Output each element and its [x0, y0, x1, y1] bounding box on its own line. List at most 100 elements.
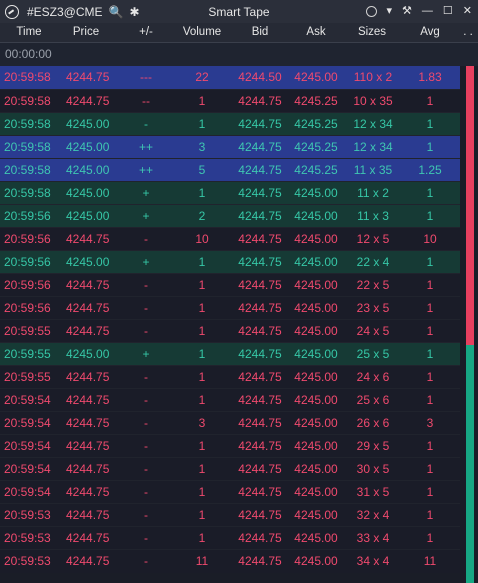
table-row[interactable]: 20:59:53 4244.75 - 1 4244.75 4245.00 33 x 4 1: [0, 526, 460, 550]
row-avg: 3: [426, 416, 434, 430]
table-row[interactable]: 20:59:55 4244.75 - 1 4244.75 4245.00 24 x 5 1: [0, 319, 460, 343]
header-volume[interactable]: Volume: [172, 23, 232, 42]
row-ask: 4245.00: [294, 232, 338, 246]
row-price: 4244.75: [66, 439, 110, 453]
table-row[interactable]: 20:59:54 4244.75 - 1 4244.75 4245.00 25 x 6 1: [0, 388, 460, 412]
row-sizes: 34 x 4: [356, 554, 390, 568]
header-avg[interactable]: Avg: [402, 23, 458, 42]
table-row[interactable]: 20:59:54 4244.75 - 3 4244.75 4245.00 26 x 6 3: [0, 411, 460, 435]
row-time: 20:59:55: [4, 370, 51, 384]
row-price: 4244.75: [66, 232, 110, 246]
row-change: -: [144, 370, 148, 384]
table-row[interactable]: 20:59:53 4244.75 - 1 4244.75 4245.00 32 x 4 1: [0, 503, 460, 527]
row-avg: 1: [426, 94, 434, 108]
time-stamp: 00:00:00: [5, 47, 52, 61]
row-avg: 1: [426, 531, 434, 545]
row-change: -: [144, 508, 148, 522]
title-bar: #ESZ3@CME 🔍 ✱ Smart Tape ▾ ⚒ — ☐ ✕: [0, 0, 478, 23]
row-change: ++: [138, 140, 153, 154]
row-price: 4245.00: [66, 140, 110, 154]
row-change: -: [144, 117, 148, 131]
row-volume: 1: [198, 531, 206, 545]
row-price: 4244.75: [66, 370, 110, 384]
app-logo-icon[interactable]: [5, 4, 19, 19]
row-price: 4245.00: [66, 347, 110, 361]
table-row[interactable]: 20:59:58 4245.00 ++ 5 4244.75 4245.25 11 x 35 1…: [0, 158, 460, 182]
row-sizes: 12 x 34: [353, 140, 393, 154]
header-more[interactable]: . .: [458, 23, 478, 42]
row-sizes: 33 x 4: [356, 531, 390, 545]
row-volume: 1: [198, 439, 206, 453]
table-row[interactable]: 20:59:56 4245.00 +1 4244.75 4245.00 22 x 4 1: [0, 250, 460, 274]
row-bid: 4244.75: [238, 324, 282, 338]
row-change: -: [144, 278, 148, 292]
table-row[interactable]: 20:59:56 4245.00 +2 4244.75 4245.00 11 x 3 1: [0, 204, 460, 228]
table-row[interactable]: 20:59:58 4244.75 -- 1 4244.75 4245.25 10 x 35 1: [0, 89, 460, 113]
table-row[interactable]: 20:59:55 4244.75 - 1 4244.75 4245.00 24 x 6 1: [0, 365, 460, 389]
table-row[interactable]: 20:59:54 4244.75 - 1 4244.75 4245.00 30 x 5 1: [0, 457, 460, 481]
row-volume: 1: [198, 462, 206, 476]
row-change: --: [142, 94, 150, 108]
maximize-icon[interactable]: ☐: [443, 6, 453, 17]
header-ask[interactable]: Ask: [288, 23, 344, 42]
table-row[interactable]: 20:59:58 4244.75 --- 22 4244.50 4245.00 110 x …: [0, 66, 460, 89]
chevron-down-icon[interactable]: ▾: [387, 6, 393, 17]
table-row[interactable]: 20:59:53 4244.75 - 11 4244.75 4245.00 34 x 4 11: [0, 549, 460, 573]
pin-icon[interactable]: ⚒: [402, 6, 412, 17]
imbalance-bar: [466, 66, 474, 583]
row-ask: 4245.00: [294, 186, 338, 200]
close-icon[interactable]: ✕: [463, 6, 472, 17]
header-price[interactable]: Price: [60, 23, 112, 42]
row-time: 20:59:53: [4, 554, 51, 568]
row-volume: 2: [198, 209, 206, 223]
header-change[interactable]: +/-: [120, 23, 172, 42]
row-sizes: 10 x 35: [353, 94, 393, 108]
row-avg: 1: [426, 209, 434, 223]
row-avg: 1: [426, 278, 434, 292]
row-sizes: 25 x 5: [356, 347, 390, 361]
row-bid: 4244.75: [238, 255, 282, 269]
row-bid: 4244.75: [238, 163, 282, 177]
row-ask: 4245.25: [294, 163, 338, 177]
header-sizes[interactable]: Sizes: [344, 23, 400, 42]
row-sizes: 26 x 6: [356, 416, 390, 430]
row-time: 20:59:56: [4, 278, 51, 292]
table-row[interactable]: 20:59:54 4244.75 - 1 4244.75 4245.00 31 x 5 1: [0, 480, 460, 504]
row-ask: 4245.25: [294, 140, 338, 154]
row-ask: 4245.00: [294, 485, 338, 499]
row-avg: 11: [423, 554, 437, 568]
table-row[interactable]: 20:59:56 4244.75 - 1 4244.75 4245.00 23 x 5 1: [0, 296, 460, 320]
table-row[interactable]: 20:59:58 4245.00 ++ 3 4244.75 4245.25 12 x 34 1: [0, 135, 460, 159]
row-price: 4245.00: [66, 186, 110, 200]
header-bid[interactable]: Bid: [232, 23, 288, 42]
row-volume: 3: [198, 140, 206, 154]
row-sizes: 22 x 4: [356, 255, 390, 269]
row-bid: 4244.75: [238, 117, 282, 131]
table-row[interactable]: 20:59:55 4245.00 +1 4244.75 4245.00 25 x 5 1: [0, 342, 460, 366]
row-sizes: 24 x 6: [356, 370, 390, 384]
status-circle-icon[interactable]: [365, 6, 377, 17]
buy-imbalance-segment: [466, 345, 474, 583]
header-time[interactable]: Time: [4, 23, 54, 42]
search-icon[interactable]: 🔍: [109, 5, 124, 19]
row-change: -: [144, 531, 148, 545]
minimize-icon[interactable]: —: [422, 6, 433, 17]
table-row[interactable]: 20:59:58 4245.00 - 1 4244.75 4245.25 12 x 34 1: [0, 112, 460, 136]
row-volume: 1: [198, 370, 206, 384]
table-row[interactable]: 20:59:56 4244.75 - 10 4244.75 4245.00 12 x 5 10: [0, 227, 460, 251]
row-time: 20:59:56: [4, 301, 51, 315]
row-sizes: 11 x 35: [353, 163, 393, 177]
row-sizes: 12 x 5: [356, 232, 390, 246]
row-bid: 4244.50: [238, 70, 282, 84]
instrument-symbol[interactable]: #ESZ3@CME: [27, 5, 103, 19]
table-row[interactable]: 20:59:54 4244.75 - 1 4244.75 4245.00 29 x 5 1: [0, 434, 460, 458]
row-price: 4245.00: [66, 117, 110, 131]
settings-icon[interactable]: ✱: [130, 5, 140, 19]
table-row[interactable]: 20:59:58 4245.00 +1 4244.75 4245.00 11 x 2 1: [0, 181, 460, 205]
row-price: 4244.75: [66, 485, 110, 499]
table-row[interactable]: 20:59:56 4244.75 - 1 4244.75 4245.00 22 x 5 1: [0, 273, 460, 297]
row-avg: 1: [426, 255, 434, 269]
row-ask: 4245.00: [294, 255, 338, 269]
row-avg: 1: [426, 393, 434, 407]
row-price: 4244.75: [66, 508, 110, 522]
